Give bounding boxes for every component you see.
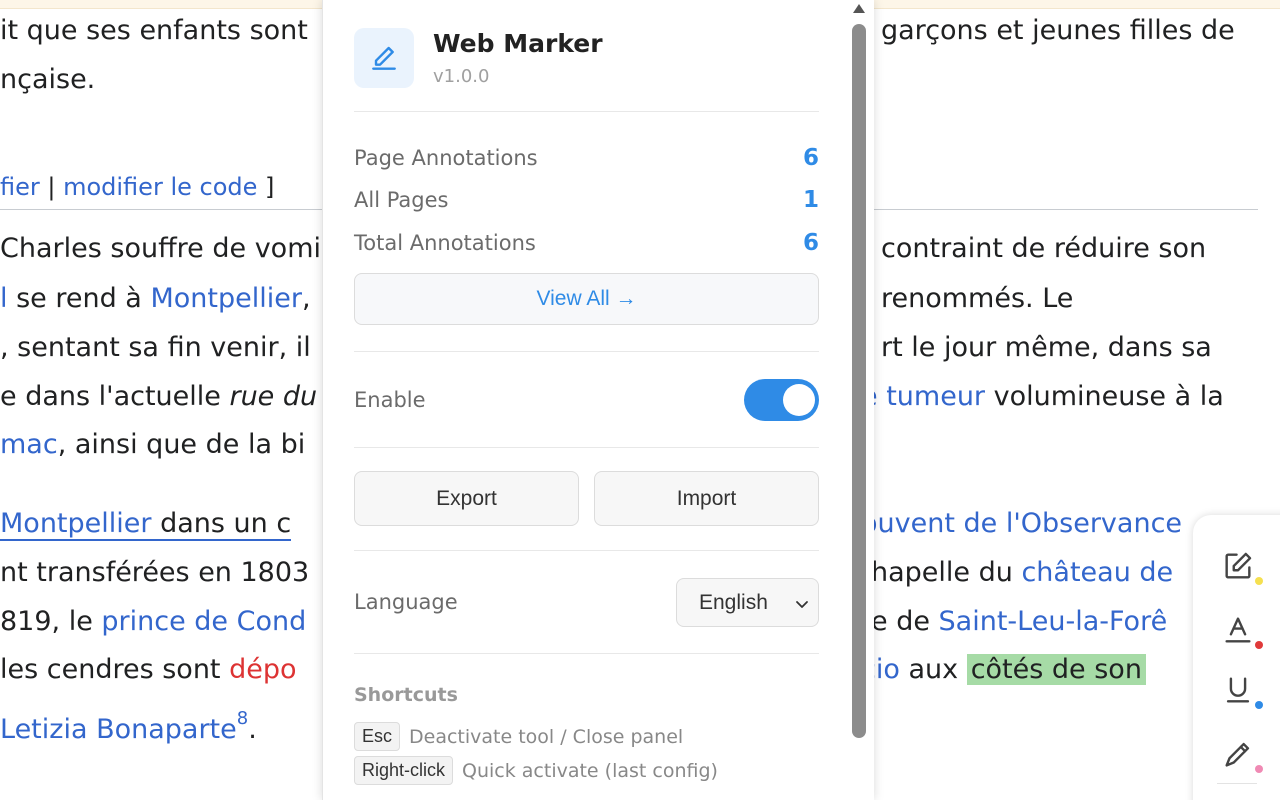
article-line: les cendres sont dépo [0,654,297,685]
shortcut-key: Right-click [354,756,454,785]
enable-toggle[interactable] [744,379,819,421]
pen-icon [1225,742,1250,767]
article-line: renommés. Le [881,283,1074,314]
edit-source-link[interactable]: modifier le code [63,173,257,201]
stat-label-total-annotations: Total Annotations [354,231,536,255]
stat-value-total-annotations: 6 [802,230,819,256]
article-line: nt transférées en 1803 [0,557,310,588]
article-link[interactable]: mac [0,429,58,460]
web-marker-panel: Web Marker v1.0.0 Page Annotations 6 All… [322,0,874,800]
app-version: v1.0.0 [433,66,490,87]
scroll-thumb[interactable] [852,24,866,738]
chevron-down-icon [796,601,808,608]
article-link[interactable]: château de [1021,557,1173,588]
highlight-annotation[interactable]: côtés de son [966,654,1146,685]
toggle-knob [783,384,815,416]
underline-icon [1226,677,1250,703]
article-line: l se rend à Montpellier, [0,283,311,314]
article-link[interactable]: Montpellier [150,283,301,314]
article-line: rt le jour même, dans sa [881,332,1212,363]
tool-note[interactable] [1209,541,1269,591]
enable-label: Enable [354,388,426,412]
article-line: it que ses enfants sont [0,15,308,46]
article-line: mac, ainsi que de la bi [0,429,306,460]
tool-color-dot [1255,641,1263,649]
article-line: nçaise. [0,64,96,95]
article-link[interactable]: l [0,283,8,314]
article-line: Charles souffre de vomi [0,233,322,264]
annotation-toolbar [1193,515,1280,800]
article-line: e dans l'actuelle rue du [0,381,318,412]
article-line: 819, le prince de Cond [0,606,307,637]
stat-label-all-pages: All Pages [354,188,449,212]
annotated-text[interactable]: dans un c [151,508,292,541]
stat-value-all-pages: 1 [802,187,819,213]
divider [354,351,819,352]
edit-note-icon [1225,552,1252,579]
tool-color-dot [1255,765,1263,773]
shortcut-description: Deactivate tool / Close panel [409,725,684,748]
toolbar-divider [1217,783,1257,784]
tool-color-dot [1255,701,1263,709]
article-link[interactable]: prince de Cond [101,606,306,637]
divider [354,447,819,448]
article-link[interactable]: ouvent de l'Observance [861,507,1182,541]
article-line: garçons et jeunes filles de [881,15,1235,46]
divider [354,111,819,112]
edit-link[interactable]: fier [0,173,40,201]
app-title: Web Marker [433,29,603,58]
shortcut-key: Esc [354,722,401,751]
divider [354,550,819,551]
tool-text-highlight[interactable] [1209,605,1269,655]
article-line: Letizia Bonaparte8. [0,708,257,745]
pencil-icon [372,46,396,70]
language-label: Language [354,590,458,614]
article-line: e tumeur volumineuse à la [861,381,1224,412]
article-link[interactable]: Letizia Bonaparte [0,714,237,745]
shortcuts-title: Shortcuts [354,684,458,706]
article-line: e de Saint-Leu-la-Forê [871,606,1168,637]
shortcut-description: Quick activate (last config) [462,759,718,782]
article-line: Montpellier dans un c [0,507,292,541]
import-button[interactable]: Import [594,471,819,526]
tool-color-dot [1255,577,1263,585]
article-link[interactable]: tumeur [886,381,985,412]
article-line: contraint de réduire son [881,233,1207,264]
article-link[interactable]: Saint-Leu-la-Forê [939,606,1168,637]
stat-value-page-annotations: 6 [802,145,819,171]
tool-underline[interactable] [1209,665,1269,715]
app-icon [354,28,414,88]
text-highlight-icon [1225,617,1251,643]
article-line: , sentant sa fin venir, il [0,332,311,363]
view-all-button[interactable]: View All → [354,273,819,325]
article-line: cio aux côtés de son [861,653,1146,687]
article-line: hapelle du château de [871,557,1174,588]
language-value: English [699,591,768,614]
footnote-ref[interactable]: 8 [237,708,248,729]
shortcut-row: Right-click Quick activate (last config) [354,756,718,785]
divider [354,653,819,654]
export-button[interactable]: Export [354,471,579,526]
annotated-link[interactable]: Montpellier [0,508,152,541]
tool-pen[interactable] [1209,729,1269,779]
edit-links: fier | modifier le code ] [0,173,275,201]
red-link[interactable]: dépo [229,654,296,685]
shortcut-row: Esc Deactivate tool / Close panel [354,722,683,751]
scroll-up-arrow-icon[interactable] [853,4,865,13]
language-select[interactable]: English [676,578,819,627]
stat-label-page-annotations: Page Annotations [354,146,538,170]
